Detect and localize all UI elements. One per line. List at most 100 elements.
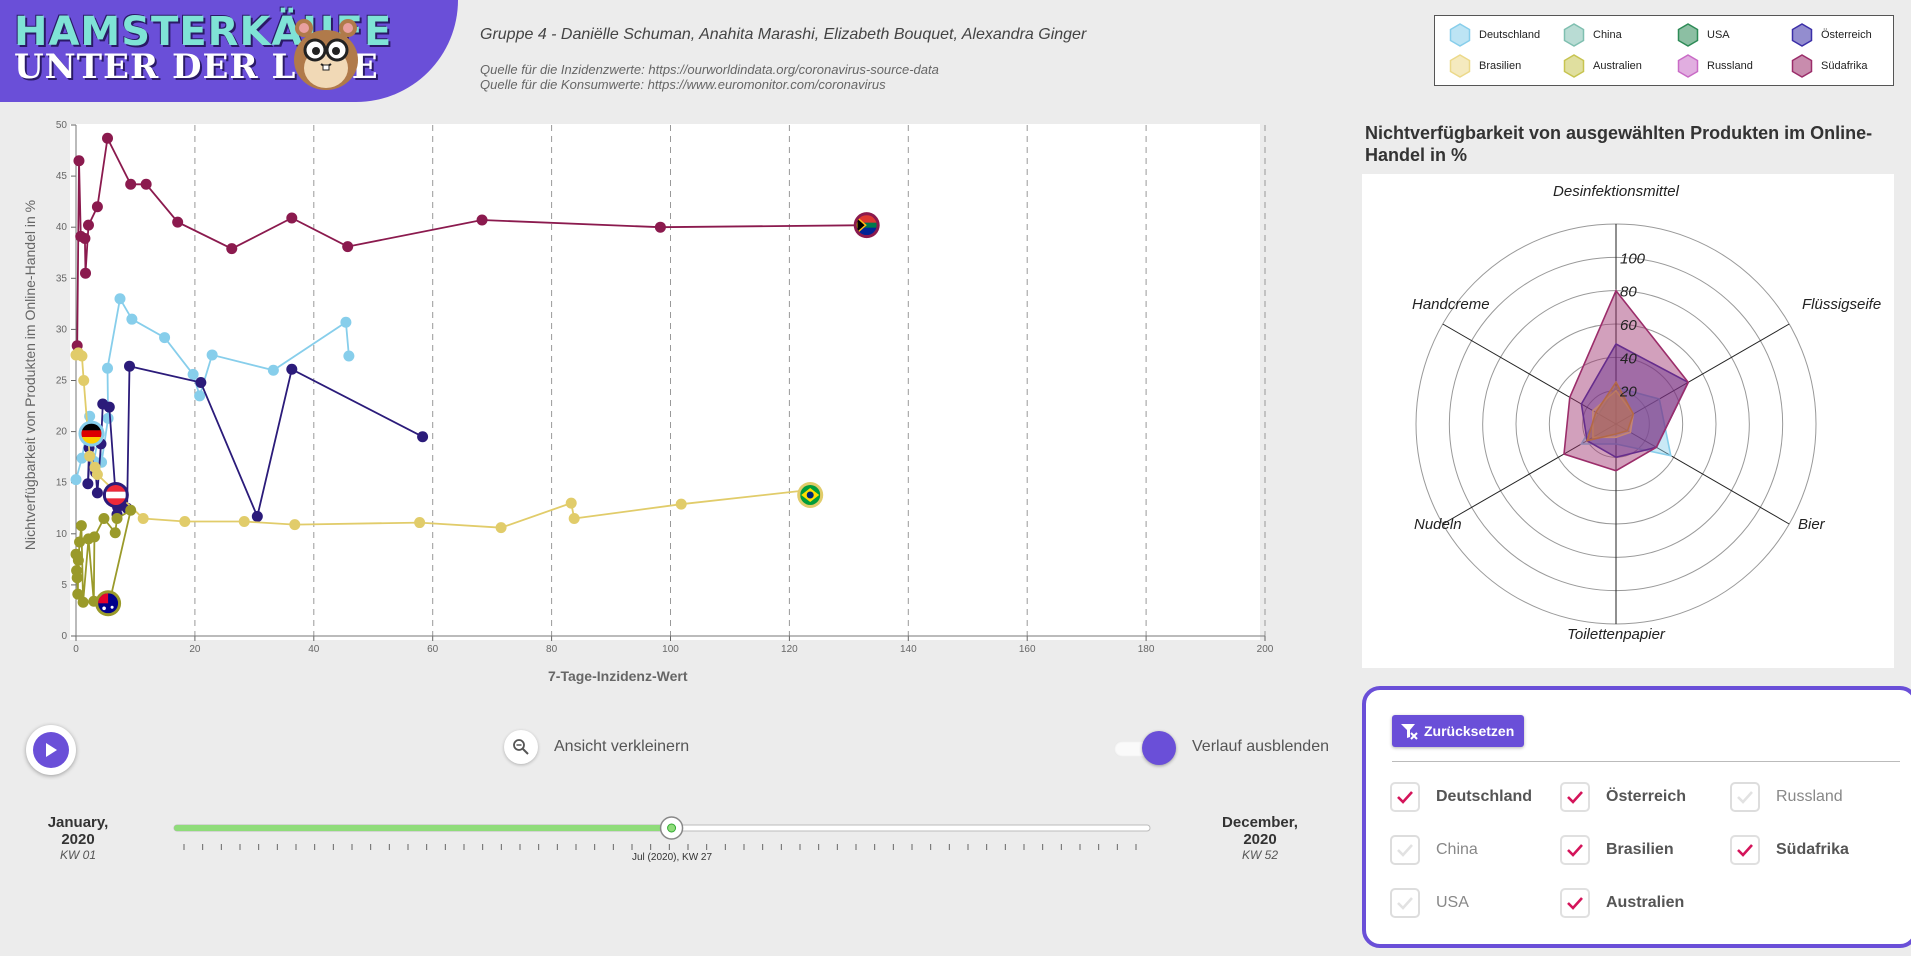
legend-label: Deutschland — [1479, 29, 1541, 41]
checkmark-icon — [1567, 791, 1583, 804]
legend-item-russland: Russland — [1675, 54, 1753, 78]
x-tick-label: 120 — [781, 644, 798, 655]
filter-label: Österreich — [1606, 788, 1687, 805]
checkmark-icon — [1567, 844, 1583, 857]
radar-title: Nichtverfügbarkeit von ausgewählten Prod… — [1365, 123, 1873, 165]
x-tick-label: 180 — [1138, 644, 1155, 655]
radar-tick-label: 100 — [1620, 250, 1646, 267]
zoom-out-button[interactable] — [504, 730, 538, 764]
filter-russland[interactable]: Russland — [1730, 782, 1843, 812]
radar-tick-label: 80 — [1620, 284, 1637, 301]
filter-label: Russland — [1776, 788, 1843, 805]
legend-swatch-hexagon-icon — [1677, 54, 1699, 78]
legend-label: Brasilien — [1479, 60, 1522, 72]
filter-deutschland[interactable]: Deutschland — [1390, 782, 1532, 812]
history-toggle[interactable] — [1110, 731, 1176, 765]
toggle-knob — [1142, 731, 1176, 765]
checkmark-icon — [1397, 791, 1413, 804]
y-tick-label: 25 — [56, 376, 68, 387]
checkbox[interactable] — [1390, 888, 1420, 918]
filter-label: Deutschland — [1436, 788, 1533, 805]
checkbox[interactable] — [1390, 835, 1420, 865]
filter-australien[interactable]: Australien — [1560, 888, 1684, 918]
filter-china[interactable]: China — [1390, 835, 1478, 865]
filter-label: Südafrika — [1776, 841, 1849, 858]
x-tick-label: 100 — [662, 644, 679, 655]
x-tick-label: 40 — [308, 644, 320, 655]
timeline-end: December, 2020 KW 52 — [1218, 814, 1302, 862]
legend-swatch-hexagon-icon — [1563, 23, 1585, 47]
timeline-end-date: December, 2020 — [1222, 814, 1298, 849]
hamster-mascot-icon — [294, 19, 358, 90]
x-tick-label: 200 — [1257, 644, 1274, 655]
x-tick-label: 140 — [900, 644, 917, 655]
checkbox[interactable] — [1560, 888, 1590, 918]
radar-tick-label: 40 — [1620, 350, 1637, 367]
source-consumption: Quelle für die Konsumwerte: https://www.… — [480, 77, 886, 92]
checkbox[interactable] — [1730, 782, 1760, 812]
zoom-out-label[interactable]: Ansicht verkleinern — [554, 738, 689, 756]
legend-label: USA — [1707, 29, 1730, 41]
x-tick-label: 160 — [1019, 644, 1036, 655]
filter-clear-icon — [1401, 724, 1418, 740]
legend-item-brasilien: Brasilien — [1447, 54, 1521, 78]
checkmark-icon — [1397, 844, 1413, 857]
filter-brasilien[interactable]: Brasilien — [1560, 835, 1674, 865]
radar-axis-label-fluessigseife: Flüssigseife — [1802, 296, 1881, 313]
filter-suedafrika[interactable]: Südafrika — [1730, 835, 1849, 865]
y-tick-label: 15 — [56, 478, 68, 489]
legend-swatch-hexagon-icon — [1563, 54, 1585, 78]
play-button[interactable] — [26, 725, 76, 775]
checkbox[interactable] — [1390, 782, 1420, 812]
checkbox[interactable] — [1730, 835, 1760, 865]
y-tick-label: 0 — [61, 631, 67, 642]
scatter-plot-area — [70, 124, 1260, 640]
timeline-start-week: KW 01 — [59, 847, 96, 862]
legend-item-deutschland: Deutschland — [1447, 23, 1540, 47]
legend-item-china: China — [1561, 23, 1622, 47]
play-icon — [33, 732, 69, 768]
checkbox[interactable] — [1560, 782, 1590, 812]
filter-usa[interactable]: USA — [1390, 888, 1469, 918]
legend-swatch-hexagon-icon — [1677, 23, 1699, 47]
timeline-start-date: January, 2020 — [47, 814, 109, 849]
y-tick-label: 10 — [56, 529, 68, 540]
country-filter-panel: Zurücksetzen Deutschland Österreich Russla… — [1362, 686, 1911, 948]
app-logo: HAMSTERKÄUFE UNTER DER LUPE — [0, 0, 458, 102]
timeline-end-week: KW 52 — [1241, 847, 1278, 862]
filter-label: Brasilien — [1606, 841, 1674, 858]
y-tick-label: 30 — [56, 324, 68, 335]
reset-button-label: Zurücksetzen — [1424, 723, 1515, 739]
x-tick-label: 20 — [189, 644, 201, 655]
radar-axis-label-nudeln: Nudeln — [1414, 516, 1462, 533]
filter-label: USA — [1436, 894, 1469, 911]
radar-axis-label-toilettenpapier: Toilettenpapier — [1567, 626, 1666, 643]
legend-label: Australien — [1593, 60, 1642, 72]
legend-item-australien: Australien — [1561, 54, 1642, 78]
slider-progress — [174, 825, 672, 831]
radar-chart: 20 40 60 80 100 Desinfektionsmittel Flüssigsei… — [1412, 183, 1881, 643]
checkmark-icon — [1567, 897, 1583, 910]
y-tick-label: 35 — [56, 273, 68, 284]
slider-handle-dot — [667, 823, 677, 833]
checkmark-icon — [1397, 897, 1413, 910]
x-tick-label: 80 — [546, 644, 558, 655]
legend-swatch-hexagon-icon — [1449, 54, 1471, 78]
x-tick-label: 60 — [427, 644, 439, 655]
checkmark-icon — [1737, 844, 1753, 857]
checkmark-icon — [1737, 791, 1753, 804]
filter-oesterreich[interactable]: Österreich — [1560, 782, 1686, 812]
radar-axis-label-handcreme: Handcreme — [1412, 296, 1490, 313]
legend-item-usa: USA — [1675, 23, 1730, 47]
x-tick-label: 0 — [73, 644, 79, 655]
source-incidence: Quelle für die Inzidenzwerte: https://ou… — [480, 62, 939, 77]
filter-label: Australien — [1606, 894, 1685, 911]
reset-button[interactable]: Zurücksetzen — [1392, 715, 1525, 747]
history-toggle-label: Verlauf ausblenden — [1192, 738, 1329, 755]
y-tick-label: 5 — [61, 580, 67, 591]
legend-swatch-hexagon-icon — [1449, 23, 1471, 47]
legend-label: Südafrika — [1821, 60, 1868, 72]
y-axis-label: Nichtverfügbarkeit von Produkten im Onli… — [22, 199, 38, 551]
legend-swatch-hexagon-icon — [1791, 54, 1813, 78]
checkbox[interactable] — [1560, 835, 1590, 865]
